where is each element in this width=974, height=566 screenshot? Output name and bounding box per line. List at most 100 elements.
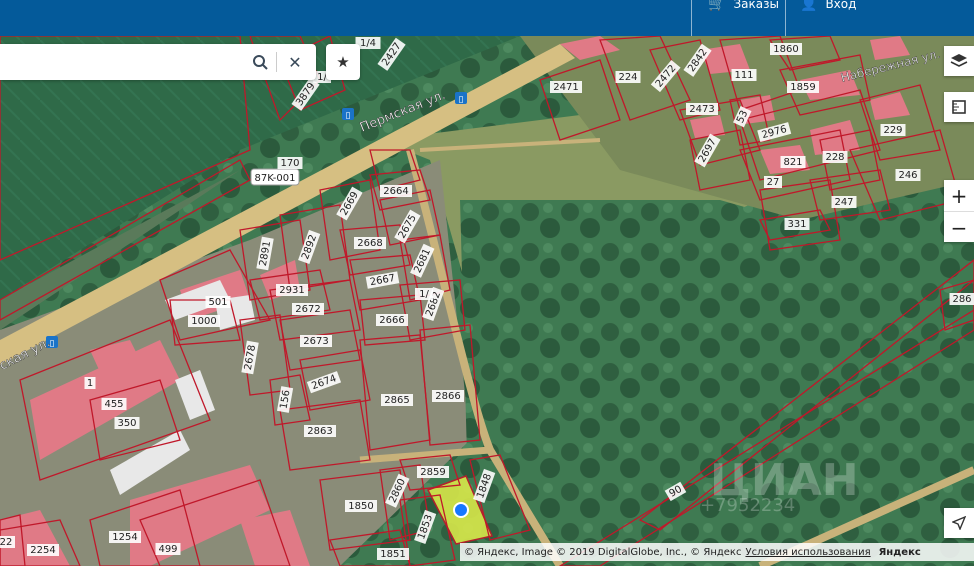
parcel-number: 2473 (689, 104, 714, 115)
parcel-number: 2931 (279, 285, 304, 296)
parcel-label[interactable]: 1860 (770, 43, 802, 55)
parcel-number: 2471 (553, 82, 578, 93)
parcel-number: 1859 (790, 82, 815, 93)
parcel-number: 455 (104, 399, 123, 410)
parcel-label[interactable]: 2471 (550, 81, 582, 93)
parcel-label[interactable]: 246 (895, 169, 921, 181)
parcel-number: 170 (280, 158, 299, 169)
parcel-label[interactable]: 2863 (304, 425, 336, 437)
search-icon[interactable] (248, 50, 272, 74)
parcel-label[interactable]: 228 (822, 151, 848, 163)
copyright-text: © Яндекс, Image © 2019 DigitalGlobe, Inc… (464, 546, 742, 558)
orders-label: Заказы (733, 0, 779, 11)
parcel-label[interactable]: 1 (84, 377, 96, 389)
svg-text:▯: ▯ (346, 111, 351, 121)
parcel-number: 499 (158, 544, 177, 555)
parcel-number: 2859 (420, 467, 445, 478)
parcel-label[interactable]: 1/ (415, 288, 433, 300)
close-icon[interactable]: ✕ (283, 50, 307, 74)
layers-button[interactable] (944, 46, 974, 76)
parcel-label[interactable]: 1850 (345, 500, 377, 512)
parcel-number: 247 (834, 197, 853, 208)
parcel-number: 229 (883, 125, 902, 136)
parcel-label[interactable]: 2254 (27, 544, 59, 556)
orders-button[interactable]: 🛒 Заказы (708, 0, 779, 36)
bus-stop-icon[interactable]: ▯ (455, 92, 467, 105)
divider (785, 0, 786, 36)
divider (691, 0, 692, 36)
parcel-label[interactable]: 224 (615, 71, 641, 83)
parcel-number: 1000 (191, 316, 216, 327)
watermark-phone: +7952234 (700, 495, 796, 516)
parcel-label[interactable]: 499 (155, 543, 181, 555)
locate-button[interactable] (944, 508, 974, 538)
cart-icon: 🛒 (708, 0, 726, 12)
parcel-number: 331 (787, 219, 806, 230)
parcel-label[interactable]: 2668 (354, 237, 386, 249)
parcel-label[interactable]: 821 (780, 156, 806, 168)
parcel-label[interactable]: 27 (764, 176, 782, 188)
parcel-number: 2673 (303, 336, 328, 347)
parcel-number: 501 (208, 297, 227, 308)
top-bar: 🛒 Заказы 👤 Вход (0, 0, 974, 36)
terms-link[interactable]: Условия использования (745, 547, 870, 558)
parcel-label[interactable]: 229 (880, 124, 906, 136)
parcel-label[interactable]: 331 (784, 218, 810, 230)
parcel-label[interactable]: 2931 (276, 284, 308, 296)
zoom-out-button[interactable]: − (944, 211, 974, 243)
search-box: ✕ (0, 44, 316, 80)
parcel-number: 1/ (419, 289, 429, 300)
svg-text:▯: ▯ (459, 95, 464, 105)
parcel-number: 111 (734, 70, 753, 81)
parcel-label[interactable]: 1254 (109, 531, 141, 543)
location-marker-icon[interactable] (453, 502, 469, 518)
parcel-number: 2865 (384, 395, 409, 406)
parcel-number: 2666 (379, 315, 404, 326)
parcel-label[interactable]: 2672 (292, 303, 324, 315)
ruler-icon (952, 100, 966, 114)
parcel-label[interactable]: 111 (731, 69, 757, 81)
zoom-in-button[interactable]: + (944, 180, 974, 211)
location-arrow-icon (952, 516, 966, 530)
parcel-label[interactable]: 2673 (300, 335, 332, 347)
parcel-label[interactable]: 1000 (188, 315, 220, 327)
parcel-number: 2668 (357, 238, 382, 249)
parcel-number: 2664 (383, 186, 408, 197)
road-badge-label: 87K-001 (255, 173, 296, 184)
parcel-number: 1/4 (360, 38, 376, 49)
parcel-label[interactable]: 2866 (432, 390, 464, 402)
parcel-label[interactable]: 1859 (787, 81, 819, 93)
ruler-button[interactable] (944, 92, 974, 122)
user-icon: 👤 (800, 0, 818, 12)
parcel-label[interactable]: 247 (831, 196, 857, 208)
parcel-number: 2863 (307, 426, 332, 437)
parcel-number: 27 (767, 177, 780, 188)
parcel-number: 1851 (380, 549, 405, 560)
parcel-label[interactable]: 2664 (380, 185, 412, 197)
parcel-number: 2866 (435, 391, 460, 402)
zoom-control: + − (944, 180, 974, 242)
parcel-number: 1860 (773, 44, 798, 55)
parcel-label[interactable]: 501 (205, 296, 231, 308)
login-button[interactable]: 👤 Вход (800, 0, 856, 36)
parcel-label[interactable]: 2473 (686, 103, 718, 115)
parcel-label[interactable]: 2859 (417, 466, 449, 478)
parcel-label[interactable]: 1851 (377, 548, 409, 560)
parcel-number: 224 (618, 72, 637, 83)
parcel-number: 228 (825, 152, 844, 163)
login-label: Вход (825, 0, 857, 11)
parcel-label[interactable]: 2865 (381, 394, 413, 406)
search-input[interactable] (6, 50, 240, 76)
parcel-number: 1 (87, 378, 93, 389)
star-icon[interactable]: ★ (326, 44, 360, 80)
parcel-label[interactable]: 2666 (376, 314, 408, 326)
parcel-number: 286 (952, 294, 971, 305)
parcel-label[interactable]: 170 (277, 157, 303, 169)
bus-stop-icon[interactable]: ▯ (342, 108, 354, 121)
parcel-label[interactable]: 455 (101, 398, 127, 410)
parcel-label[interactable]: 350 (114, 417, 140, 429)
parcel-label[interactable]: 22 (0, 536, 15, 548)
parcel-number: 2254 (30, 545, 55, 556)
parcel-number: 1850 (348, 501, 373, 512)
parcel-label[interactable]: 286 (949, 293, 974, 305)
